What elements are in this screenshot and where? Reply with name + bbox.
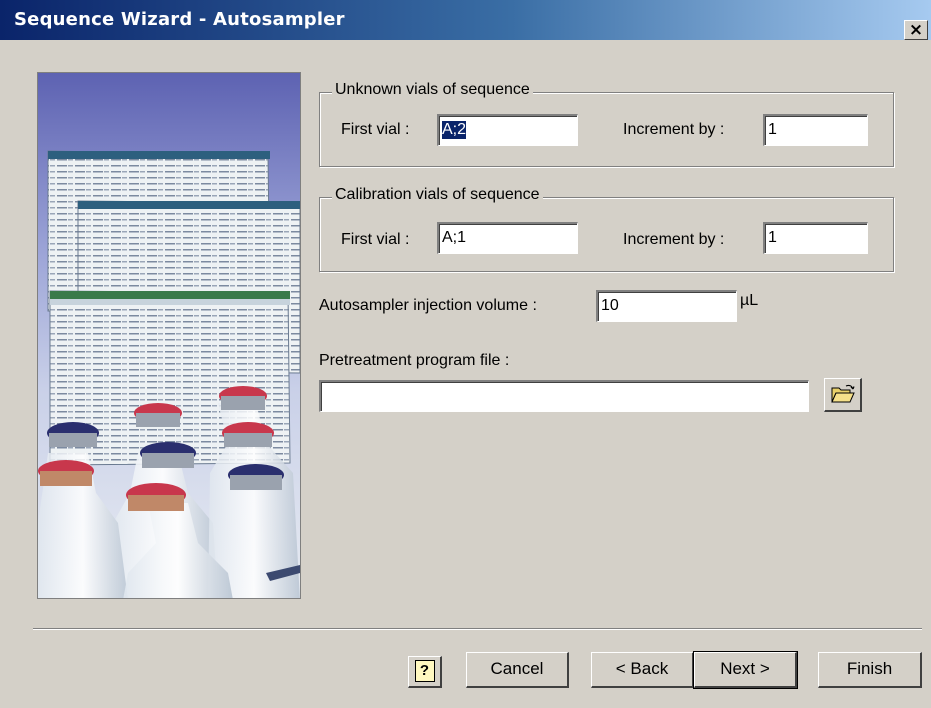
back-button[interactable]: < Back [591, 652, 694, 688]
calibration-increment-label: Increment by : [623, 231, 725, 248]
calibration-first-vial-value: A;1 [442, 229, 467, 246]
footer-separator [33, 628, 922, 630]
calibration-first-vial-label: First vial : [341, 231, 410, 248]
help-button[interactable]: ? [408, 656, 442, 688]
injection-volume-value: 10 [601, 297, 619, 314]
cancel-button[interactable]: Cancel [466, 652, 569, 688]
unknown-increment-label: Increment by : [623, 121, 725, 138]
wizard-illustration [37, 72, 301, 599]
window-title: Sequence Wizard - Autosampler [14, 9, 345, 30]
calibration-vials-legend: Calibration vials of sequence [332, 186, 543, 204]
title-bar[interactable]: Sequence Wizard - Autosampler × [0, 0, 931, 40]
browse-button[interactable] [824, 378, 862, 412]
unknown-first-vial-value: A;2 [442, 121, 467, 139]
next-button[interactable]: Next > [693, 651, 798, 689]
unknown-vials-legend: Unknown vials of sequence [332, 81, 533, 99]
injection-volume-input[interactable]: 10 [596, 290, 737, 322]
open-folder-icon [830, 384, 855, 403]
unknown-increment-input[interactable]: 1 [763, 114, 868, 146]
sequence-wizard-window: Sequence Wizard - Autosampler × Unknown … [0, 0, 931, 708]
calibration-increment-value: 1 [768, 229, 777, 246]
help-icon: ? [414, 660, 435, 682]
pretreatment-label: Pretreatment program file : [319, 352, 510, 369]
close-icon[interactable]: × [904, 20, 928, 40]
injection-volume-label: Autosampler injection volume : [319, 297, 537, 314]
finish-button[interactable]: Finish [818, 652, 922, 688]
unknown-increment-value: 1 [768, 121, 777, 138]
calibration-increment-input[interactable]: 1 [763, 222, 868, 254]
calibration-first-vial-input[interactable]: A;1 [437, 222, 578, 254]
injection-volume-unit: µL [740, 292, 759, 309]
unknown-first-vial-label: First vial : [341, 121, 410, 138]
unknown-first-vial-input[interactable]: A;2 [437, 114, 578, 146]
pretreatment-file-input[interactable] [319, 380, 809, 412]
